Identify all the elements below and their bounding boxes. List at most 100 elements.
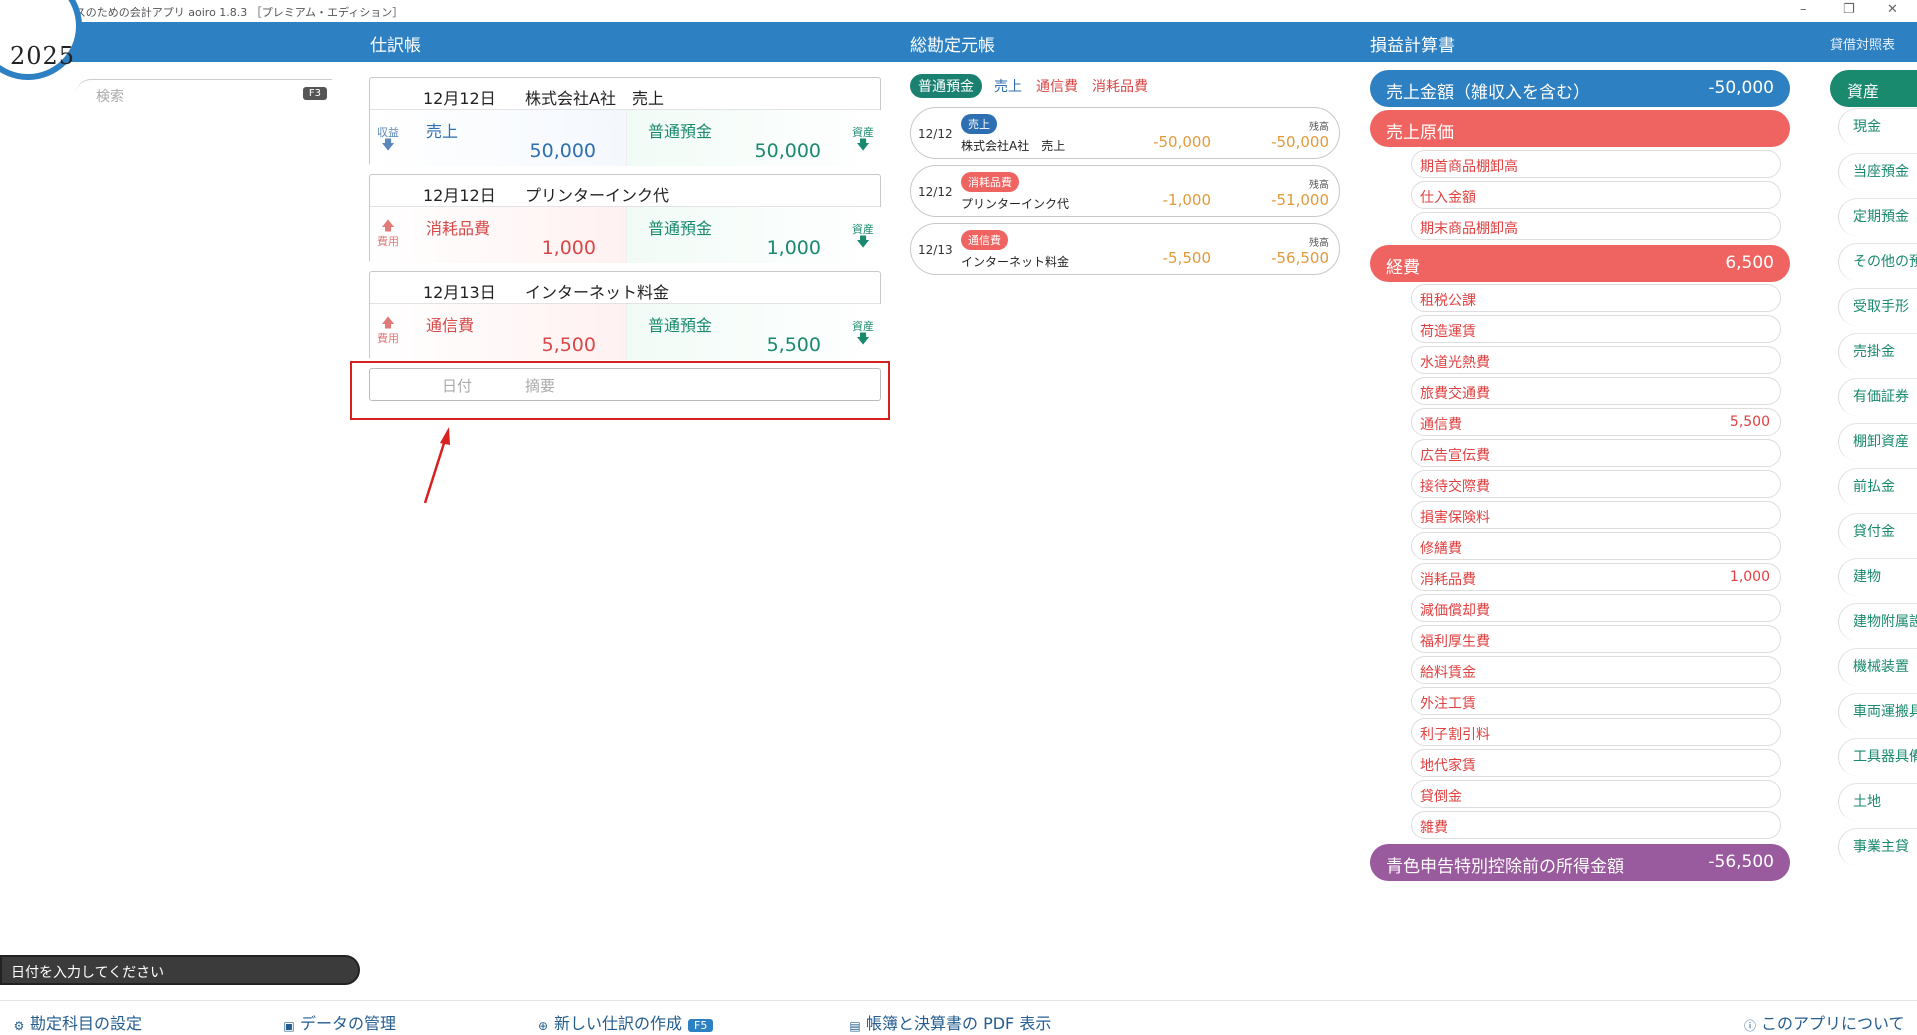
journal-memo: プリンターインク代: [525, 186, 670, 205]
ledger-tab-uriage[interactable]: 売上: [994, 74, 1022, 98]
pl-cogs-item[interactable]: 仕入金額: [1411, 181, 1781, 209]
asset-item[interactable]: 前払金: [1838, 468, 1917, 506]
asset-item[interactable]: 建物附属設: [1838, 603, 1917, 641]
asset-item[interactable]: 当座預金: [1838, 153, 1917, 191]
asset-name: 建物: [1853, 569, 1881, 585]
pl-expense-item[interactable]: 福利厚生費: [1411, 625, 1781, 653]
pl-income-header[interactable]: 青色申告特別控除前の所得金額 -56,500: [1370, 844, 1790, 881]
arrow-down-icon: 🡇: [381, 138, 395, 153]
pl-item-name: 給料賃金: [1420, 665, 1476, 681]
pl-expense-item[interactable]: 給料賃金: [1411, 656, 1781, 684]
ledger-row[interactable]: 12/12 売上 株式会社A社 売上 -50,000 残高 -50,000: [910, 107, 1340, 159]
ledger-row[interactable]: 12/12 消耗品費 プリンターインク代 -1,000 残高 -51,000: [910, 165, 1340, 217]
assets-header[interactable]: 資産: [1830, 70, 1917, 107]
debit-side[interactable]: 🡅 費用 消耗品費 1,000: [370, 207, 626, 263]
ledger-tab-tsushin[interactable]: 通信費: [1036, 74, 1078, 98]
credit-side[interactable]: 普通預金 50,000 資産 🡇: [626, 110, 881, 166]
ledger-row[interactable]: 12/13 通信費 インターネット料金 -5,500 残高 -56,500: [910, 223, 1340, 275]
pl-expense-item[interactable]: 接待交際費: [1411, 470, 1781, 498]
pl-expense-item[interactable]: 減価償却費: [1411, 594, 1781, 622]
plus-circle-icon: ⊕: [537, 1019, 549, 1033]
asset-item[interactable]: 現金: [1838, 108, 1917, 146]
pl-expense-item[interactable]: 旅費交通費: [1411, 377, 1781, 405]
asset-item[interactable]: 売掛金: [1838, 333, 1917, 371]
file-icon: ▤: [849, 1019, 861, 1033]
minimize-button[interactable]: –: [1800, 2, 1807, 17]
asset-item[interactable]: 貸付金: [1838, 513, 1917, 551]
new-entry-button[interactable]: ⊕ 新しい仕訳の作成 F5: [536, 1010, 714, 1034]
pl-expense-item[interactable]: 貸倒金: [1411, 780, 1781, 808]
credit-amount: 1,000: [766, 237, 821, 259]
asset-item[interactable]: 事業主貸: [1838, 828, 1917, 866]
debit-side[interactable]: 収益 🡇 売上 50,000: [370, 110, 626, 166]
ledger-date: 12/12: [918, 127, 953, 141]
search-input[interactable]: 検索 F3: [76, 79, 332, 109]
pl-cogs-header[interactable]: 売上原価: [1370, 110, 1790, 147]
pl-expense-item[interactable]: 雑費: [1411, 811, 1781, 839]
year-selector[interactable]: 2025: [0, 0, 82, 80]
journal-date: 12月13日: [423, 283, 496, 302]
asset-name: 車両運搬具: [1853, 704, 1917, 720]
asset-item[interactable]: 建物: [1838, 558, 1917, 596]
ledger-tab-shomo[interactable]: 消耗品費: [1092, 74, 1148, 98]
pl-item-name: 仕入金額: [1420, 190, 1476, 206]
pl-expenses-header[interactable]: 経費 6,500: [1370, 245, 1790, 282]
pl-expense-item[interactable]: 広告宣伝費: [1411, 439, 1781, 467]
asset-item[interactable]: 定期預金: [1838, 198, 1917, 236]
pl-expense-item[interactable]: 損害保険料: [1411, 501, 1781, 529]
pl-sales-label: 売上金額（雑収入を含む）: [1386, 83, 1590, 103]
close-button[interactable]: ✕: [1887, 2, 1898, 17]
ledger-amount: -1,000: [1162, 191, 1211, 209]
asset-item[interactable]: 土地: [1838, 783, 1917, 821]
pl-item-name: 期末商品棚卸高: [1420, 221, 1518, 237]
section-header-bar: 仕訳帳 総勘定元帳 損益計算書 貸借対照表: [0, 22, 1917, 62]
search-shortcut-badge: F3: [302, 87, 327, 100]
ledger-tag: 消耗品費: [961, 172, 1019, 192]
pdf-view-button[interactable]: ▤ 帳簿と決算書の PDF 表示: [848, 1010, 1051, 1034]
pl-expense-item[interactable]: 外注工賃: [1411, 687, 1781, 715]
asset-item[interactable]: 工具器具備: [1838, 738, 1917, 776]
ledger-name: プリンターインク代: [961, 197, 1070, 211]
debit-side[interactable]: 🡅 費用 通信費 5,500: [370, 304, 626, 360]
asset-item[interactable]: 有価証券: [1838, 378, 1917, 416]
debit-amount: 5,500: [541, 334, 596, 356]
credit-account: 普通預金: [648, 122, 713, 141]
pl-cogs-item[interactable]: 期首商品棚卸高: [1411, 150, 1781, 178]
debit-account: 消耗品費: [426, 219, 491, 238]
pl-expense-item[interactable]: 修繕費: [1411, 532, 1781, 560]
asset-item[interactable]: 車両運搬具: [1838, 693, 1917, 731]
debit-amount: 50,000: [529, 140, 596, 162]
pl-sales-header[interactable]: 売上金額（雑収入を含む） -50,000: [1370, 70, 1790, 107]
asset-name: 定期預金: [1853, 209, 1909, 225]
asset-item[interactable]: その他の預: [1838, 243, 1917, 281]
pl-expense-item[interactable]: 荷造運賃: [1411, 315, 1781, 343]
account-settings-button[interactable]: ⚙ 勘定科目の設定: [12, 1010, 142, 1034]
arrow-down-icon: 🡇: [856, 138, 870, 153]
arrow-down-icon: 🡇: [856, 332, 870, 347]
pl-item-name: 修繕費: [1420, 541, 1462, 557]
pl-expense-item[interactable]: 消耗品費 1,000: [1411, 563, 1781, 591]
pl-expense-item[interactable]: 地代家賃: [1411, 749, 1781, 777]
credit-side[interactable]: 普通預金 1,000 資産 🡇: [626, 207, 881, 263]
data-management-button[interactable]: ▣ データの管理: [282, 1010, 396, 1034]
journal-entry[interactable]: 12月13日 インターネット料金 🡅 費用 通信費 5,500 普通預金 5,500…: [369, 271, 881, 360]
asset-item[interactable]: 機械装置: [1838, 648, 1917, 686]
pl-expense-item[interactable]: 通信費 5,500: [1411, 408, 1781, 436]
pl-expense-item[interactable]: 水道光熱費: [1411, 346, 1781, 374]
about-button[interactable]: ⓘ このアプリについて: [1743, 1010, 1905, 1034]
asset-item[interactable]: 受取手形: [1838, 288, 1917, 326]
journal-entry[interactable]: 12月12日 株式会社A社 売上 収益 🡇 売上 50,000 普通預金 50,00…: [369, 77, 881, 166]
bs-section-title[interactable]: 貸借対照表: [1830, 34, 1895, 53]
pl-expense-item[interactable]: 利子割引料: [1411, 718, 1781, 746]
credit-side[interactable]: 普通預金 5,500 資産 🡇: [626, 304, 881, 360]
journal-entry[interactable]: 12月12日 プリンターインク代 🡅 費用 消耗品費 1,000 普通預金 1,00…: [369, 174, 881, 263]
ledger-tabs: 普通預金 売上 通信費 消耗品費: [910, 74, 1162, 98]
ledger-tab-futsu[interactable]: 普通預金: [910, 74, 982, 98]
pl-expense-item[interactable]: 租税公課: [1411, 284, 1781, 312]
pl-item-name: 消耗品費: [1420, 572, 1476, 588]
info-icon: ⓘ: [1743, 1019, 1756, 1033]
restore-button[interactable]: ❐: [1843, 2, 1855, 17]
arrow-down-icon: 🡇: [856, 235, 870, 250]
asset-item[interactable]: 棚卸資産: [1838, 423, 1917, 461]
pl-cogs-item[interactable]: 期末商品棚卸高: [1411, 212, 1781, 240]
